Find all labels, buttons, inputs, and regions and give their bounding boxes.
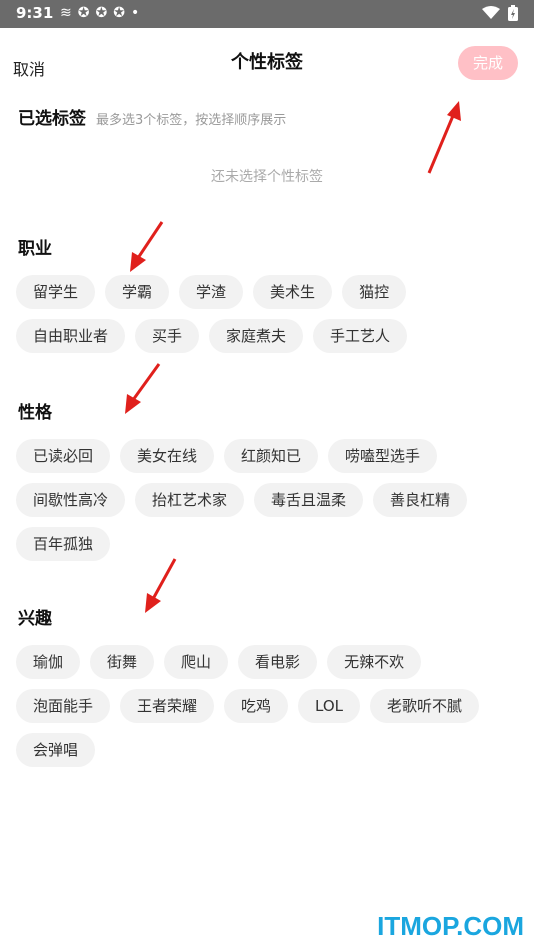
battery-icon — [508, 5, 518, 21]
status-bar: 9:31 ≋ ✪ ✪ ✪ • — [0, 0, 534, 28]
interest-heading: 兴趣 — [18, 609, 52, 629]
personality-tags: 已读必回 美女在线 红颜知已 唠嗑型选手 间歇性高冷 抬杠艺术家 毒舌且温柔 善… — [16, 439, 521, 561]
tag-chip[interactable]: 间歇性高冷 — [16, 483, 126, 517]
annotation-arrow — [427, 101, 461, 174]
annotation-arrow — [125, 363, 161, 414]
tag-chip[interactable]: 百年孤独 — [16, 527, 111, 561]
tag-chip[interactable]: 吃鸡 — [224, 689, 289, 723]
annotation-arrow — [145, 558, 177, 613]
tag-chip[interactable]: 泡面能手 — [16, 689, 111, 723]
tag-chip[interactable]: 美术生 — [253, 275, 333, 309]
annotation-arrow — [130, 221, 164, 272]
tag-chip[interactable]: 抬杠艺术家 — [135, 483, 245, 517]
selected-hint: 最多选3个标签，按选择顺序展示 — [96, 113, 287, 128]
tag-chip[interactable]: 老歌听不腻 — [370, 689, 480, 723]
selected-heading: 已选标签 — [18, 109, 86, 129]
tag-chip[interactable]: 红颜知已 — [224, 439, 319, 473]
tag-chip[interactable]: LOL — [298, 689, 361, 723]
tag-chip[interactable]: 会弹唱 — [16, 733, 96, 767]
job-tags: 留学生 学霸 学渣 美术生 猫控 自由职业者 买手 家庭煮夫 手工艺人 — [16, 275, 521, 353]
watermark: ITMOP.COM — [377, 911, 524, 941]
tag-chip[interactable]: 留学生 — [16, 275, 96, 309]
tag-chip[interactable]: 学霸 — [105, 275, 170, 309]
selected-header: 已选标签 最多选3个标签，按选择顺序展示 — [18, 104, 286, 129]
wifi-icon — [482, 6, 500, 19]
tag-chip[interactable]: 善良杠精 — [373, 483, 468, 517]
tag-chip[interactable]: 买手 — [135, 319, 200, 353]
tag-chip[interactable]: 美女在线 — [120, 439, 215, 473]
tag-chip[interactable]: 爬山 — [164, 645, 229, 679]
tag-chip[interactable]: 毒舌且温柔 — [254, 483, 364, 517]
notification-icons: ≋ ✪ ✪ ✪ • — [60, 5, 139, 21]
sync-icon: ✪ — [95, 5, 108, 21]
interest-tags: 瑜伽 街舞 爬山 看电影 无辣不欢 泡面能手 王者荣耀 吃鸡 LOL 老歌听不腻… — [16, 645, 521, 767]
tag-chip[interactable]: 看电影 — [238, 645, 318, 679]
tag-chip[interactable]: 无辣不欢 — [327, 645, 422, 679]
system-icons — [482, 5, 518, 21]
tag-chip[interactable]: 学渣 — [179, 275, 244, 309]
page-title: 个性标签 — [231, 52, 303, 73]
sync-icon: ✪ — [77, 5, 90, 21]
sync-icon: ✪ — [113, 5, 125, 21]
dot-icon: • — [130, 5, 140, 21]
app-icon: ≋ — [60, 5, 72, 21]
job-heading: 职业 — [18, 239, 52, 259]
tag-chip[interactable]: 瑜伽 — [16, 645, 81, 679]
tag-chip[interactable]: 自由职业者 — [16, 319, 126, 353]
tag-chip[interactable]: 手工艺人 — [313, 319, 408, 353]
done-button[interactable]: 完成 — [458, 46, 518, 80]
tag-chip[interactable]: 唠嗑型选手 — [328, 439, 438, 473]
tag-chip[interactable]: 猫控 — [342, 275, 407, 309]
personality-heading: 性格 — [18, 403, 52, 423]
tag-chip[interactable]: 王者荣耀 — [120, 689, 215, 723]
status-time: 9:31 — [16, 4, 54, 22]
tag-chip[interactable]: 街舞 — [90, 645, 155, 679]
tag-chip[interactable]: 已读必回 — [16, 439, 111, 473]
tag-chip[interactable]: 家庭煮夫 — [209, 319, 304, 353]
